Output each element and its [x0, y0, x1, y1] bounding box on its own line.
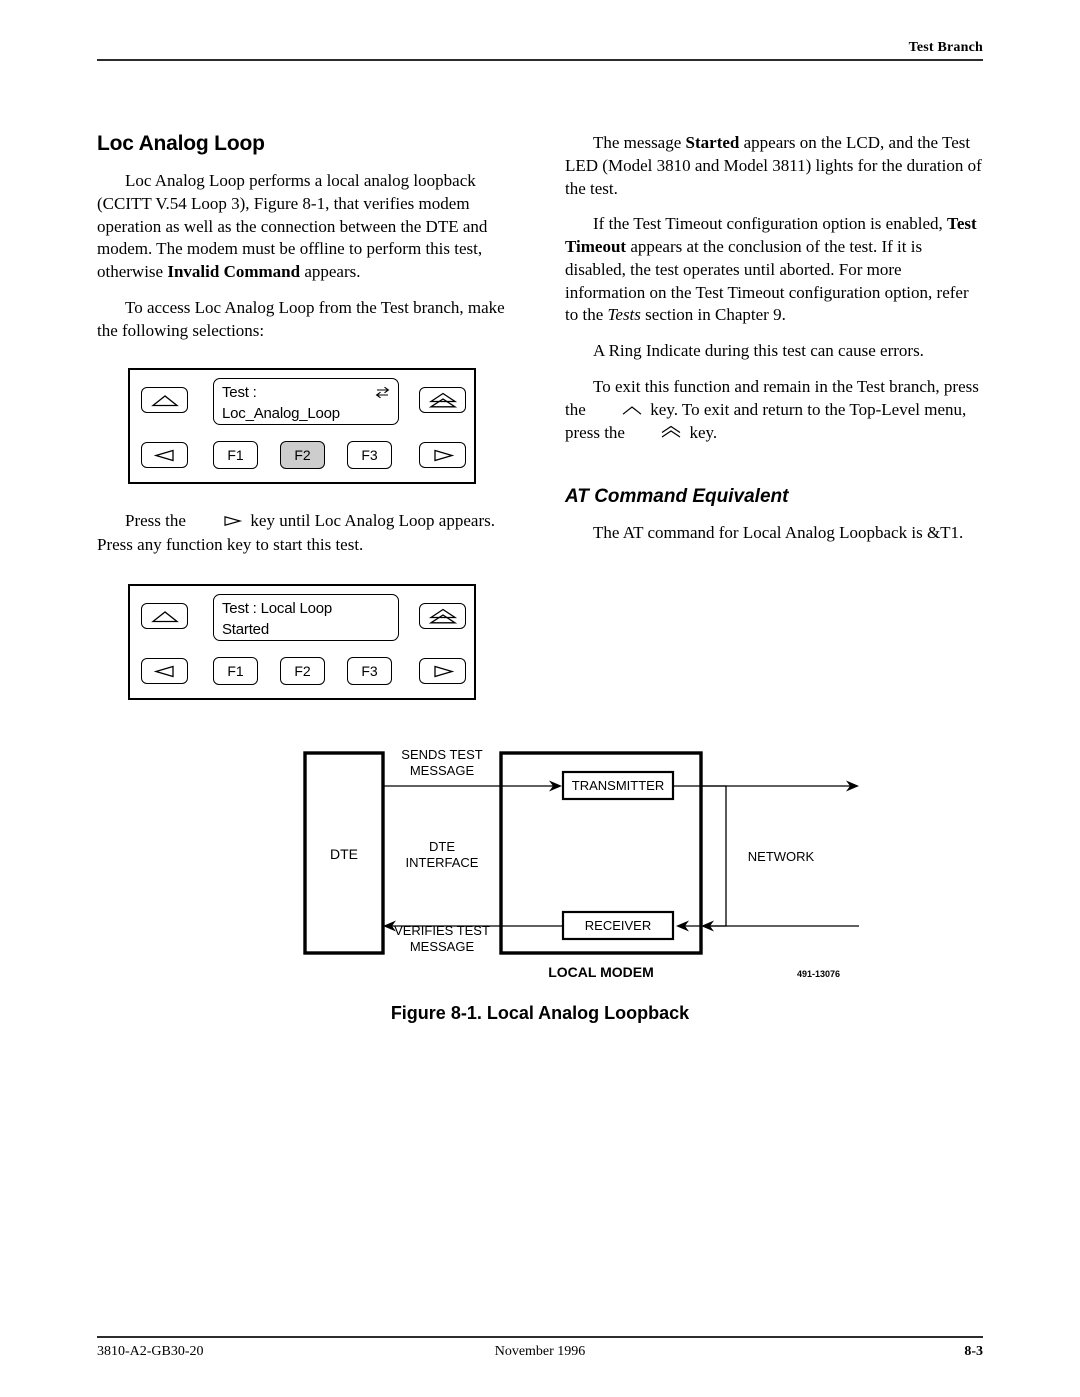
lcd-line-1: Test : Local Loop: [222, 600, 333, 617]
lcd-line-1: Test :: [222, 384, 257, 401]
right-arrow-key-icon: [193, 511, 243, 534]
function-key-f1-2[interactable]: F1: [213, 657, 258, 685]
receiver-label: RECEIVER: [585, 918, 651, 933]
right-arrow-key-2[interactable]: [419, 658, 466, 684]
figure-caption: Figure 8-1. Local Analog Loopback: [390, 1003, 690, 1023]
page-number: 8-3: [964, 1344, 983, 1359]
paragraph-intro: Loc Analog Loop performs a local analog …: [97, 170, 515, 284]
function-key-f2-1[interactable]: F2: [280, 441, 325, 469]
double-triangle-icon: [428, 608, 457, 623]
up-triangle-icon: [150, 394, 179, 406]
function-key-f1-1[interactable]: F1: [213, 441, 258, 469]
rp2-part-a: If the Test Timeout configuration option…: [593, 214, 948, 234]
page-title: Loc Analog Loop: [97, 132, 265, 155]
verifies-test-label-line1: VERIFIES TEST: [394, 923, 490, 938]
right-column: The message Started appears on the LCD, …: [565, 132, 983, 558]
transmitter-label: TRANSMITTER: [572, 778, 664, 793]
sends-test-label-line1: SENDS TEST: [401, 747, 482, 762]
paragraph-exit: To exit this function and remain in the …: [565, 376, 983, 446]
page-footer: 3810-A2-GB30-20 November 1996 8-3: [97, 1336, 983, 1364]
footer-rule: [97, 1336, 983, 1338]
dte-interface-label-line1: DTE: [429, 839, 455, 854]
subsection-title: AT Command Equivalent: [565, 486, 789, 508]
paragraph-at-command: The AT command for Local Analog Loopback…: [593, 523, 964, 543]
dte-interface-label-line2: INTERFACE: [406, 855, 479, 870]
par1-part-b: appears.: [300, 262, 361, 282]
verifies-test-label-line2: MESSAGE: [410, 939, 475, 954]
left-arrow-key-1[interactable]: [141, 442, 188, 468]
dte-label: DTE: [330, 846, 358, 862]
figure-local-analog-loopback: DTE SENDS TEST MESSAGE DTE INTERFACE VER…: [97, 735, 983, 1023]
rp2-part-c: section in Chapter 9.: [640, 305, 786, 325]
header-rule: [97, 59, 983, 61]
function-key-f3-2[interactable]: F3: [347, 657, 392, 685]
double-arrow-icon: [375, 384, 391, 405]
left-arrow-key-2[interactable]: [141, 658, 188, 684]
lcd-display-2: Test : Local Loop Started: [213, 594, 399, 641]
top-level-key-1[interactable]: [419, 387, 466, 413]
sends-test-label-line2: MESSAGE: [410, 763, 475, 778]
up-arrow-key-2[interactable]: [141, 603, 188, 629]
double-triangle-key-icon: [632, 423, 682, 446]
right-triangle-icon: [433, 449, 454, 461]
paragraph-press-key-wrap: Press the key until Loc Analog Loop appe…: [97, 510, 515, 570]
started-bold: Started: [685, 133, 740, 152]
invalid-command-bold: Invalid Command: [167, 262, 301, 282]
publication-date: November 1996: [494, 1344, 586, 1359]
running-head: Test Branch: [908, 40, 983, 55]
paragraph-access: To access Loc Analog Loop from the Test …: [97, 297, 505, 340]
lcd-line-2: Loc_Analog_Loop: [222, 405, 340, 423]
left-column: Loc Analog Loop Loc Analog Loop performs…: [97, 132, 515, 355]
up-triangle-icon: [150, 610, 179, 622]
paragraph-timeout: If the Test Timeout configuration option…: [565, 213, 983, 327]
left-triangle-icon: [153, 449, 174, 461]
lcd-display-1: Test : Loc_Analog_Loop: [213, 378, 399, 425]
lcd-line-2: Started: [222, 621, 269, 639]
network-label: NETWORK: [748, 849, 815, 864]
function-key-f3-1[interactable]: F3: [347, 441, 392, 469]
function-key-f2-2[interactable]: F2: [280, 657, 325, 685]
figure-part-number: 491-13076: [797, 969, 840, 979]
keypad-diagram-1: Test : Loc_Analog_Loop F1 F2 F3: [128, 368, 476, 484]
block-diagram: DTE SENDS TEST MESSAGE DTE INTERFACE VER…: [303, 747, 859, 980]
paragraph-started: The message Started appears on the LCD, …: [565, 132, 983, 200]
right-arrow-key-1[interactable]: [419, 442, 466, 468]
up-arrow-key-1[interactable]: [141, 387, 188, 413]
local-modem-label: LOCAL MODEM: [548, 964, 654, 980]
page-header: Test Branch: [97, 40, 983, 61]
rp1-part-a: The message: [593, 133, 686, 152]
left-triangle-icon: [153, 665, 174, 677]
up-triangle-key-icon: [593, 400, 643, 423]
top-level-key-2[interactable]: [419, 603, 466, 629]
rp4-part-c: key.: [685, 423, 718, 443]
right-triangle-icon: [433, 665, 454, 677]
keypad-diagram-2: Test : Local Loop Started F1 F2 F3: [128, 584, 476, 700]
press-part-a: Press the: [125, 511, 191, 530]
paragraph-ring-indicate: A Ring Indicate during this test can cau…: [593, 341, 924, 361]
double-triangle-icon: [428, 392, 457, 407]
paragraph-press-key: Press the key until Loc Analog Loop appe…: [97, 510, 515, 557]
tests-italic: Tests: [607, 305, 641, 325]
